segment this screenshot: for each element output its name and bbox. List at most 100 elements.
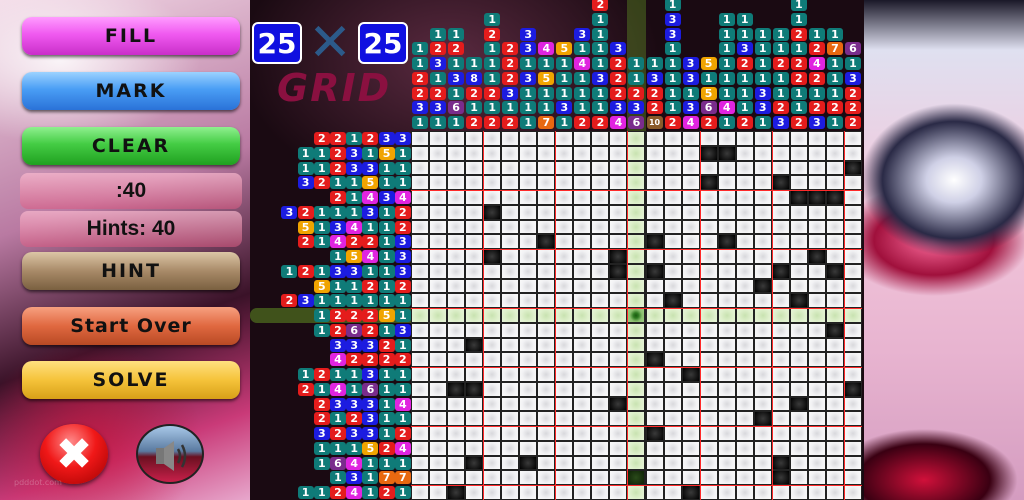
grid-cell-filled[interactable]	[538, 235, 555, 249]
grid-cell[interactable]	[574, 264, 591, 278]
grid-cell[interactable]	[790, 176, 807, 190]
clue-number[interactable]: 1	[772, 86, 789, 100]
grid-cell[interactable]	[736, 191, 753, 204]
clue-number[interactable]: 1	[664, 0, 681, 12]
grid-cell[interactable]	[790, 250, 807, 263]
grid-cell[interactable]	[700, 279, 717, 293]
grid-cell[interactable]	[502, 132, 519, 145]
grid-cell[interactable]	[484, 279, 501, 293]
grid-cell[interactable]	[808, 427, 825, 440]
grid-cell[interactable]	[412, 309, 428, 322]
grid-cell-filled[interactable]	[682, 486, 699, 499]
clue-number[interactable]: 1	[313, 264, 330, 278]
grid-cell[interactable]	[412, 368, 428, 381]
grid-cell[interactable]	[538, 368, 555, 381]
grid-cell[interactable]	[718, 132, 735, 145]
clue-number[interactable]: 3	[430, 101, 447, 115]
clue-number[interactable]: 1	[378, 220, 395, 234]
clue-number[interactable]: 1	[362, 471, 379, 485]
clue-number[interactable]: 2	[628, 86, 645, 100]
grid-cell-filled[interactable]	[826, 191, 843, 204]
grid-cell[interactable]	[592, 427, 609, 440]
grid-cell[interactable]	[646, 309, 663, 322]
clue-number[interactable]: 2	[592, 116, 609, 130]
grid-cell[interactable]	[520, 441, 537, 455]
grid-cell[interactable]	[844, 250, 861, 263]
grid-cell[interactable]	[844, 441, 861, 455]
grid-cell[interactable]	[826, 161, 843, 175]
clue-number[interactable]: 1	[520, 116, 537, 130]
clue-number[interactable]: 1	[313, 146, 330, 160]
grid-cell[interactable]	[844, 412, 861, 426]
grid-cell[interactable]	[736, 382, 753, 396]
clue-number[interactable]: 2	[346, 412, 363, 426]
clue-number[interactable]: 2	[330, 486, 346, 500]
grid-cell[interactable]	[466, 235, 483, 249]
grid-cell[interactable]	[430, 235, 447, 249]
grid-cell[interactable]	[430, 191, 447, 204]
grid-cell[interactable]	[430, 264, 447, 278]
grid-cell[interactable]	[610, 427, 627, 440]
grid-cell[interactable]	[466, 132, 483, 145]
grid-cell[interactable]	[682, 397, 699, 411]
grid-cell[interactable]	[700, 220, 717, 234]
clue-number[interactable]: 1	[448, 27, 465, 41]
clue-number[interactable]: 1	[313, 161, 330, 175]
clue-number[interactable]: 1	[378, 235, 395, 249]
grid-cell[interactable]	[826, 412, 843, 426]
grid-cell[interactable]	[646, 412, 663, 426]
grid-cell[interactable]	[736, 250, 753, 263]
clue-number[interactable]: 1	[430, 116, 447, 130]
grid-cell-filled[interactable]	[754, 412, 771, 426]
grid-cell[interactable]	[700, 441, 717, 455]
grid-cell[interactable]	[520, 132, 537, 145]
grid-cell[interactable]	[448, 250, 465, 263]
grid-cell[interactable]	[574, 456, 591, 470]
grid-cell[interactable]	[556, 176, 573, 190]
grid-cell[interactable]	[610, 132, 627, 145]
grid-cell[interactable]	[430, 427, 447, 440]
clue-number[interactable]: 2	[790, 116, 807, 130]
grid-cell[interactable]	[520, 353, 537, 367]
grid-cell[interactable]	[790, 412, 807, 426]
clue-number[interactable]: 1	[484, 57, 501, 71]
grid-cell[interactable]	[484, 471, 501, 485]
grid-cell[interactable]	[538, 397, 555, 411]
grid-cell[interactable]	[556, 132, 573, 145]
clue-number[interactable]: 1	[664, 86, 681, 100]
grid-cell[interactable]	[682, 205, 699, 219]
grid-cell[interactable]	[412, 220, 428, 234]
grid-cell[interactable]	[718, 250, 735, 263]
clue-number[interactable]: 1	[484, 12, 501, 26]
clue-number[interactable]: 1	[297, 368, 314, 382]
clue-number[interactable]: 1	[378, 456, 395, 470]
clue-number[interactable]: 1	[718, 71, 735, 85]
grid-cell[interactable]	[826, 205, 843, 219]
grid-cell[interactable]	[502, 397, 519, 411]
grid-cell[interactable]	[466, 176, 483, 190]
grid-cell[interactable]	[736, 146, 753, 160]
clue-number[interactable]: 1	[313, 441, 330, 455]
grid-cell[interactable]	[790, 161, 807, 175]
clue-number[interactable]: 4	[574, 57, 591, 71]
grid-cell[interactable]	[628, 146, 645, 160]
grid-cell-filled[interactable]	[664, 294, 681, 308]
grid-cell[interactable]	[664, 264, 681, 278]
clue-number[interactable]: 1	[330, 205, 346, 219]
grid-cell[interactable]	[682, 250, 699, 263]
grid-cell[interactable]	[592, 205, 609, 219]
grid-cell[interactable]	[754, 132, 771, 145]
grid-cell[interactable]	[844, 309, 861, 322]
grid-cell[interactable]	[466, 146, 483, 160]
grid-cell[interactable]	[844, 486, 861, 499]
grid-cell[interactable]	[592, 279, 609, 293]
grid-cell[interactable]	[610, 146, 627, 160]
grid-cell[interactable]	[646, 323, 663, 337]
clue-number[interactable]: 2	[313, 132, 330, 145]
grid-cell[interactable]	[538, 264, 555, 278]
clue-number[interactable]: 7	[378, 471, 395, 485]
grid-cell[interactable]	[520, 250, 537, 263]
clue-number[interactable]: 1	[718, 86, 735, 100]
clue-number[interactable]: 1	[538, 86, 555, 100]
grid-cell[interactable]	[556, 427, 573, 440]
